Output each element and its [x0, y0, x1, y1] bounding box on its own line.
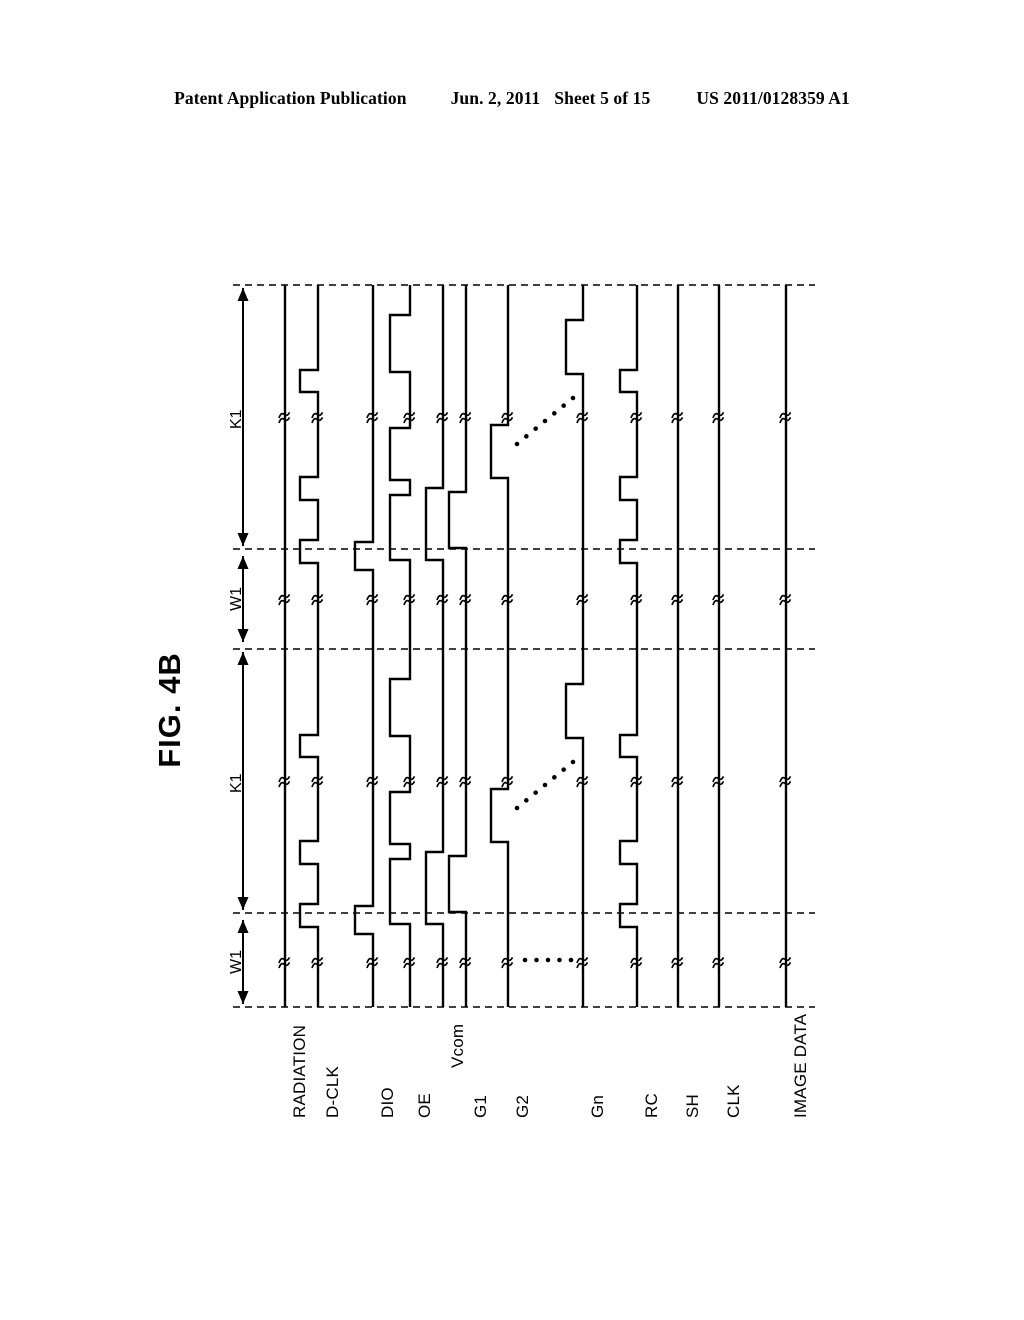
- diagonal-ellipsis-dot: [542, 782, 548, 788]
- signal-label-vcom: Vcom: [448, 1023, 467, 1068]
- signal-label-sh: SH: [683, 1093, 702, 1118]
- trace-d-clk: [298, 285, 320, 1007]
- diagonal-ellipsis-dot: [552, 411, 557, 416]
- time-axis: [237, 288, 249, 1004]
- horizontal-ellipsis-dot: [568, 957, 574, 963]
- trace-gn: [564, 285, 585, 1007]
- horizontal-ellipsis-dot: [522, 957, 528, 963]
- arrowhead: [237, 533, 249, 546]
- break-marks: [278, 411, 792, 969]
- arrowhead: [237, 629, 249, 642]
- trace-rc: [618, 285, 639, 1007]
- signal-label-g2: G2: [513, 1094, 532, 1118]
- signal-label-d-clk: D-CLK: [323, 1065, 342, 1118]
- period-label-w1-1: W1: [228, 587, 245, 611]
- diagonal-ellipsis-dot: [533, 426, 538, 431]
- trace-g2: [489, 285, 510, 1007]
- arrowhead: [237, 897, 249, 910]
- arrowhead: [237, 920, 249, 933]
- diagonal-ellipsis-dot: [514, 805, 520, 811]
- arrowhead: [237, 991, 249, 1004]
- arrowhead: [237, 652, 249, 665]
- period-label-w1-3: W1: [228, 950, 245, 974]
- horizontal-ellipsis-dot: [557, 957, 562, 963]
- signal-label-g1: G1: [471, 1094, 490, 1118]
- signal-traces: [283, 285, 788, 1007]
- diagonal-ellipsis-dot: [570, 395, 576, 401]
- signal-label-image-data: IMAGE DATA: [791, 1013, 810, 1118]
- diagonal-ellipsis-dot: [561, 403, 566, 408]
- ellipsis-annotations: [514, 395, 576, 963]
- period-label-k1-2: K1: [228, 773, 245, 793]
- timing-diagram-plot: [233, 284, 815, 1008]
- signal-label-dio: DIO: [378, 1087, 397, 1118]
- trace-g1: [447, 285, 468, 1007]
- trace-dio: [353, 285, 375, 1007]
- period-boundary-lines: [233, 284, 815, 1008]
- signal-label-radiation: RADIATION: [290, 1024, 309, 1118]
- trace-vcom: [424, 285, 445, 1007]
- diagonal-ellipsis-dot: [524, 798, 529, 803]
- signal-label-clk: CLK: [724, 1084, 743, 1118]
- horizontal-ellipsis-dot: [545, 957, 551, 963]
- arrowhead: [237, 288, 249, 301]
- diagonal-ellipsis-dot: [524, 434, 529, 439]
- diagonal-ellipsis-dot: [570, 759, 576, 765]
- period-label-k1-0: K1: [228, 409, 245, 429]
- diagonal-ellipsis-dot: [542, 418, 548, 424]
- trace-oe: [388, 285, 412, 1007]
- horizontal-ellipsis-dot: [534, 957, 539, 963]
- signal-label-rc: RC: [642, 1093, 661, 1118]
- signal-label-gn: Gn: [588, 1094, 607, 1118]
- diagonal-ellipsis-dot: [552, 775, 557, 780]
- diagonal-ellipsis-dot: [533, 790, 538, 795]
- diagonal-ellipsis-dot: [514, 441, 520, 447]
- diagonal-ellipsis-dot: [561, 767, 566, 772]
- arrowhead: [237, 556, 249, 569]
- signal-label-oe: OE: [415, 1093, 434, 1118]
- figure-4b: FIG. 4B RADIATION D-CLK DIO OE Vcom G1 G2 Gn RC S…: [0, 0, 1024, 1320]
